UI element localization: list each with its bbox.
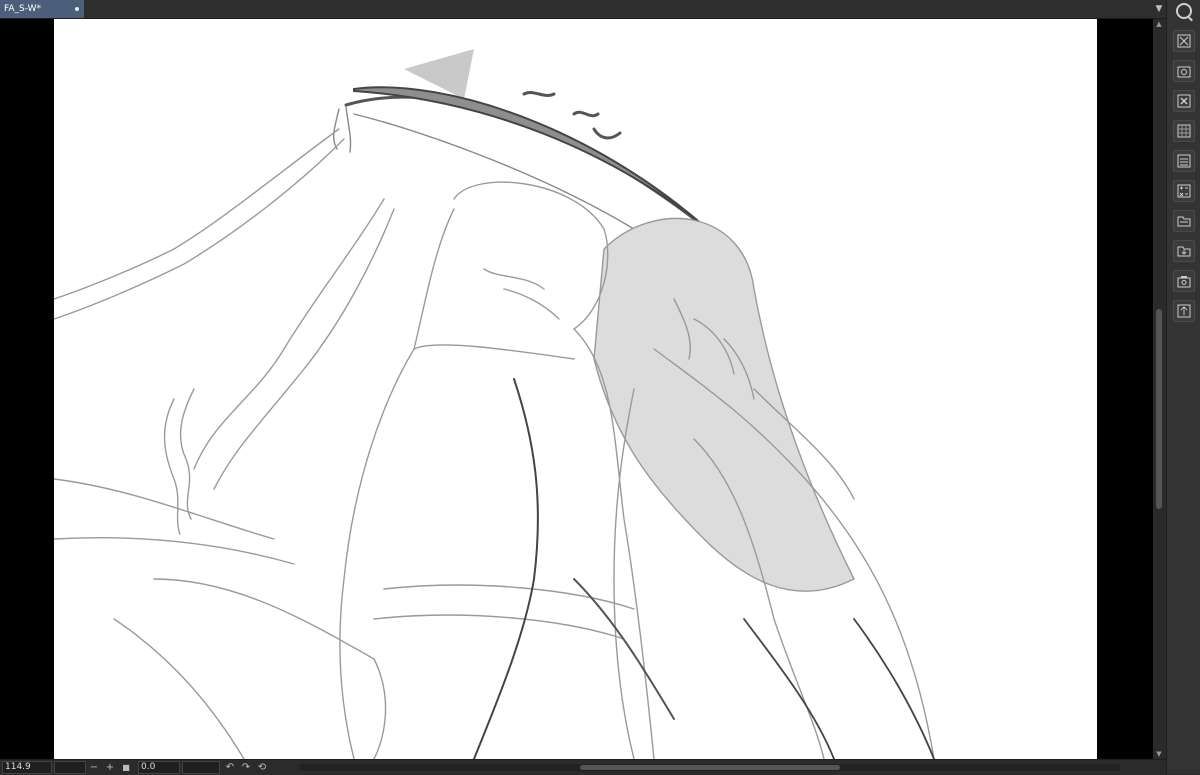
delete-icon[interactable] [1173,90,1195,112]
grid-icon[interactable] [1173,120,1195,142]
canvas-workspace [0,19,1153,759]
tab-list-chevron-icon[interactable]: ▼ [1152,2,1166,16]
scroll-down-icon[interactable]: ▼ [1153,749,1165,759]
status-bar: 114.9 − + ■ 0.0 ↶ ↷ ⟲ [0,759,1166,775]
document-tab-bar: FA_S-W* ▼ [0,0,1200,19]
folder-icon[interactable] [1173,210,1195,232]
rotation-slider[interactable] [182,761,220,774]
navigator-icon[interactable] [1176,3,1192,19]
unsaved-indicator-icon[interactable] [75,7,79,11]
rotate-left-icon[interactable]: ↶ [224,761,236,774]
share-icon[interactable] [1173,300,1195,322]
reset-rotation-icon[interactable]: ⟲ [256,761,268,774]
scroll-up-icon[interactable]: ▲ [1153,19,1165,29]
close-canvas-icon[interactable] [1173,30,1195,52]
layer-list-icon[interactable] [1173,150,1195,172]
import-icon[interactable] [1173,240,1195,262]
horizontal-scrollbar[interactable] [300,764,1120,771]
right-toolbar [1166,0,1200,774]
calculator-icon[interactable] [1173,180,1195,202]
camera-icon[interactable] [1173,270,1195,292]
document-tab[interactable]: FA_S-W* [0,0,84,18]
drawing-canvas[interactable] [54,19,1097,759]
zoom-out-icon[interactable]: − [88,761,100,774]
fit-view-icon[interactable]: ■ [120,761,132,774]
rotation-field[interactable]: 0.0 [138,761,180,774]
zoom-slider[interactable] [54,761,86,774]
sketch-artwork [54,49,935,759]
vertical-scroll-thumb[interactable] [1156,309,1162,509]
document-tab-title: FA_S-W* [4,4,42,14]
horizontal-scroll-thumb[interactable] [580,765,840,770]
vertical-scrollbar[interactable]: ▲ ▼ [1153,19,1165,759]
rotate-right-icon[interactable]: ↷ [240,761,252,774]
screenshot-icon[interactable] [1173,60,1195,82]
zoom-level-field[interactable]: 114.9 [2,761,52,774]
zoom-in-icon[interactable]: + [104,761,116,774]
